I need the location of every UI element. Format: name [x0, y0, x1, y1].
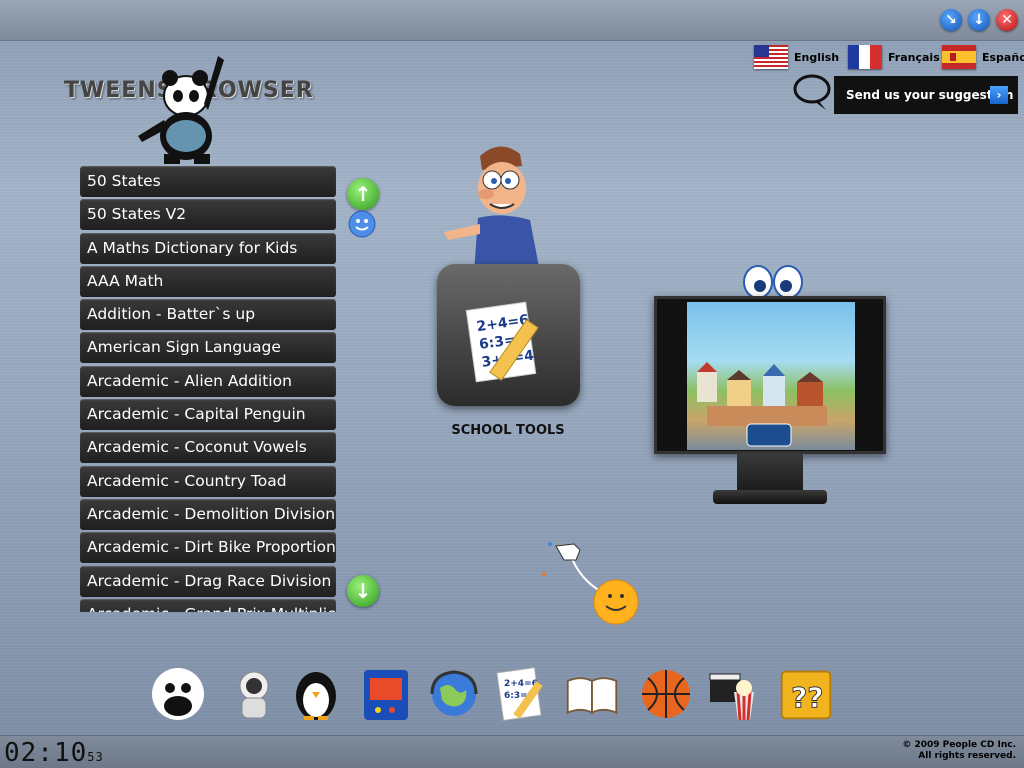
language-french[interactable]: Français: [848, 44, 940, 70]
list-item[interactable]: Arcademic - Dirt Bike Proportions: [80, 532, 336, 564]
scroll-up-button[interactable]: ↑: [347, 178, 379, 210]
minimize-button[interactable]: ↘: [940, 9, 962, 31]
smiley-face-icon: [348, 210, 376, 238]
language-label: Español: [982, 50, 1024, 64]
maximize-button[interactable]: ↓: [968, 9, 990, 31]
language-label: English: [794, 50, 840, 64]
es-flag-icon: [942, 45, 976, 69]
list-item[interactable]: Addition - Batter`s up: [80, 299, 336, 331]
fr-flag-icon: [848, 45, 882, 69]
monitor-base: [713, 490, 827, 504]
penguin-icon[interactable]: [288, 666, 344, 722]
language-english[interactable]: English: [754, 44, 839, 70]
list-item[interactable]: Arcademic - Drag Race Division: [80, 565, 336, 597]
list-item[interactable]: Arcademic - Coconut Vowels: [80, 432, 336, 464]
astronaut-icon[interactable]: [224, 666, 280, 722]
chevron-right-icon: ›: [990, 86, 1008, 104]
copyright-line1: © 2009 People CD Inc.: [902, 740, 1016, 750]
pointer-hand-icon: [542, 542, 639, 625]
svg-text:??: ??: [791, 681, 823, 714]
featured-monitor[interactable]: [654, 296, 886, 454]
language-label: Français: [888, 50, 940, 64]
school-tools-tile[interactable]: 2+4=6 6:3=2 3+1=4: [437, 264, 580, 406]
monitor-stand: [737, 453, 803, 493]
list-item[interactable]: 50 States: [80, 166, 336, 197]
clock-time: 02:10: [4, 738, 88, 768]
movie-icon[interactable]: [706, 666, 762, 722]
copyright: © 2009 People CD Inc. All rights reserve…: [902, 740, 1016, 762]
clock: 02:1053: [4, 738, 104, 768]
list-item[interactable]: A Maths Dictionary for Kids: [80, 232, 336, 264]
us-flag-icon: [754, 45, 788, 69]
panda-icon[interactable]: [150, 666, 206, 722]
globe-icon[interactable]: [426, 666, 482, 722]
send-suggestion-label: Send us your suggestion: [846, 88, 1014, 102]
arcade-icon[interactable]: [358, 666, 414, 722]
list-item[interactable]: Arcademic - Capital Penguin: [80, 399, 336, 431]
featured-game-preview[interactable]: [687, 302, 855, 450]
clock-seconds: 53: [87, 750, 104, 764]
list-item[interactable]: Arcademic - Alien Addition: [80, 365, 336, 397]
mystery-box-icon[interactable]: ??: [778, 666, 834, 722]
list-item[interactable]: American Sign Language: [80, 332, 336, 364]
close-button[interactable]: ✕: [996, 9, 1018, 31]
basketball-icon[interactable]: [638, 666, 694, 722]
list-item[interactable]: Arcademic - Country Toad: [80, 465, 336, 497]
list-item[interactable]: Arcademic - Grand Prix Multiplication: [80, 598, 336, 612]
send-suggestion-button[interactable]: Send us your suggestion ›: [834, 76, 1018, 114]
bottom-bar: [0, 735, 1024, 768]
school-tools-label: SCHOOL TOOLS: [451, 423, 565, 438]
math-worksheet-icon: 2+4=6 6:3=2 3+1=4: [465, 301, 539, 383]
list-item[interactable]: 50 States V2: [80, 199, 336, 231]
school-tools-icon[interactable]: 2+4=6 6:3=2: [494, 666, 550, 722]
cartoon-teacher-icon: [444, 146, 540, 272]
cartoon-eyes-icon: [743, 265, 803, 299]
language-spanish[interactable]: Español: [942, 44, 1024, 70]
top-bar: [0, 0, 1024, 41]
app-list[interactable]: 50 States 50 States V2 A Maths Dictionar…: [80, 166, 340, 612]
book-icon[interactable]: [564, 666, 620, 722]
list-item[interactable]: Arcademic - Demolition Division: [80, 498, 336, 530]
list-item[interactable]: AAA Math: [80, 265, 336, 297]
copyright-line2: All rights reserved.: [918, 751, 1016, 761]
speech-bubble-icon: [793, 74, 831, 110]
scroll-down-button[interactable]: ↓: [347, 575, 379, 607]
town-scene-image: [697, 362, 827, 447]
panda-mascot-icon: [138, 56, 224, 164]
